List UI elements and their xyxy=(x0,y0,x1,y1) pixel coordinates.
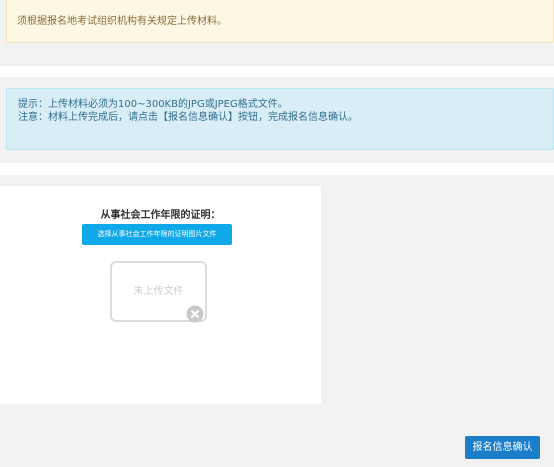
confirm-registration-button[interactable]: 报名信息确认 xyxy=(465,436,540,459)
section-divider-top xyxy=(0,66,554,77)
upload-card: 从事社会工作年限的证明： 选择从事社会工作年限的证明图片文件 未上传文件 xyxy=(0,186,321,404)
upload-tips-panel: 提示：上传材料必须为100~300KB的JPG或JPEG格式文件。 注意：材料上… xyxy=(6,88,554,150)
notice-text: 须根据报名地考试组织机构有关规定上传材料。 xyxy=(17,16,227,27)
upload-requirement-notice: 须根据报名地考试组织机构有关规定上传材料。 xyxy=(6,0,554,43)
tip-file-format: 提示：上传材料必须为100~300KB的JPG或JPEG格式文件。 xyxy=(18,99,288,110)
section-divider-middle xyxy=(0,163,554,175)
close-circle-icon[interactable] xyxy=(186,305,204,323)
preview-placeholder-text: 未上传文件 xyxy=(133,286,184,297)
choose-file-button[interactable]: 选择从事社会工作年限的证明图片文件 xyxy=(82,224,232,245)
tip-confirm-step: 注意：材料上传完成后，请点击【报名信息确认】按钮，完成报名信息确认。 xyxy=(18,112,358,123)
upload-field-title: 从事社会工作年限的证明： xyxy=(100,210,221,221)
